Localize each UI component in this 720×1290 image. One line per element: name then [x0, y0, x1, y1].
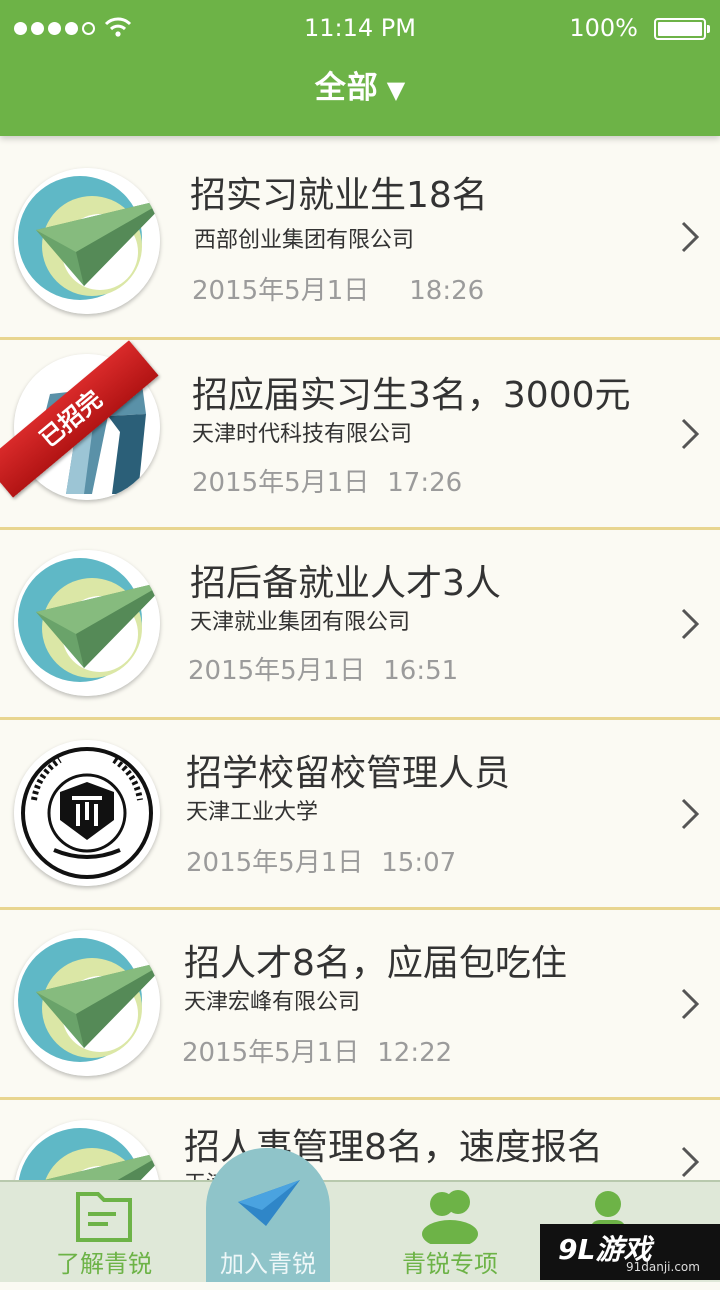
dropdown-arrow-icon: ▼ — [386, 76, 406, 104]
job-title: 招应届实习生3名，3000元 — [192, 375, 631, 416]
tab-join[interactable]: 加入青锐 — [206, 1148, 330, 1282]
job-list-item[interactable]: 招实习就业生18名 西部创业集团有限公司 2015年5月1日 18:26 — [0, 136, 720, 340]
watermark-url: 91danji.com — [626, 1260, 700, 1274]
status-bar: 11:14 PM 100% — [0, 10, 720, 50]
job-list: 招实习就业生18名 西部创业集团有限公司 2015年5月1日 18:26 已招完 … — [0, 136, 720, 1290]
battery-percent: 100% — [569, 14, 638, 42]
job-title: 招后备就业人才3人 — [190, 563, 501, 604]
folder-icon — [76, 1192, 132, 1242]
company-name: 天津宏峰有限公司 — [184, 990, 361, 1015]
post-date: 2015年5月1日 — [182, 1038, 360, 1068]
job-list-item[interactable]: 招后备就业人才3人 天津就业集团有限公司 2015年5月1日 16:51 — [0, 530, 720, 720]
post-datetime: 2015年5月1日 12:22 — [182, 1032, 452, 1069]
paper-plane-logo — [14, 168, 160, 314]
company-name: 西部创业集团有限公司 — [194, 228, 415, 253]
university-seal-logo — [14, 740, 160, 886]
tab-special[interactable]: 青锐专项 — [360, 1182, 540, 1282]
post-datetime: 2015年5月1日 16:51 — [188, 650, 458, 687]
users-icon — [422, 1190, 478, 1244]
battery-icon — [654, 18, 710, 40]
post-time: 12:22 — [377, 1038, 453, 1068]
job-title: 招学校留校管理人员 — [186, 753, 511, 794]
company-name: 天津时代科技有限公司 — [192, 422, 413, 447]
company-name: 天津工业大学 — [186, 800, 319, 825]
paper-plane-logo — [14, 930, 160, 1076]
post-time: 16:51 — [383, 656, 459, 686]
chevron-right-icon — [681, 221, 700, 252]
tab-label: 加入青锐 — [220, 1250, 316, 1278]
job-title: 招实习就业生18名 — [190, 175, 488, 216]
chevron-right-icon — [681, 608, 700, 639]
app-header: 11:14 PM 100% 全部 ▼ — [0, 0, 720, 136]
post-time: 15:07 — [381, 848, 457, 878]
job-list-item[interactable]: 已招完 招应届实习生3名，3000元 天津时代科技有限公司 2015年5月1日 1… — [0, 340, 720, 530]
post-time: 17:26 — [387, 468, 463, 498]
job-list-item[interactable]: 招人才8名，应届包吃住 天津宏峰有限公司 2015年5月1日 12:22 — [0, 910, 720, 1100]
post-date: 2015年5月1日 — [188, 656, 366, 686]
tab-label: 青锐专项 — [402, 1250, 498, 1278]
post-date: 2015年5月1日 — [192, 276, 370, 306]
company-name: 天津就业集团有限公司 — [190, 610, 411, 635]
paper-plane-icon — [238, 1180, 300, 1226]
post-date: 2015年5月1日 — [186, 848, 364, 878]
chevron-right-icon — [681, 418, 700, 449]
tab-about[interactable]: 了解青锐 — [14, 1182, 194, 1282]
page-title: 全部 — [314, 70, 379, 106]
job-list-item[interactable]: 招学校留校管理人员 天津工业大学 2015年5月1日 15:07 — [0, 720, 720, 910]
post-datetime: 2015年5月1日 15:07 — [186, 842, 456, 879]
chevron-right-icon — [681, 798, 700, 829]
chevron-right-icon — [681, 1146, 700, 1178]
post-datetime: 2015年5月1日 18:26 — [192, 270, 484, 307]
job-title: 招人才8名，应届包吃住 — [184, 943, 567, 984]
post-time: 18:26 — [409, 276, 485, 306]
tab-label: 了解青锐 — [56, 1250, 152, 1278]
category-filter[interactable]: 全部 ▼ — [0, 62, 720, 107]
site-watermark: 9L游戏 91danji.com — [540, 1224, 720, 1280]
post-date: 2015年5月1日 — [192, 468, 370, 498]
chevron-right-icon — [681, 988, 700, 1019]
post-datetime: 2015年5月1日 17:26 — [192, 462, 462, 499]
paper-plane-logo — [14, 550, 160, 696]
